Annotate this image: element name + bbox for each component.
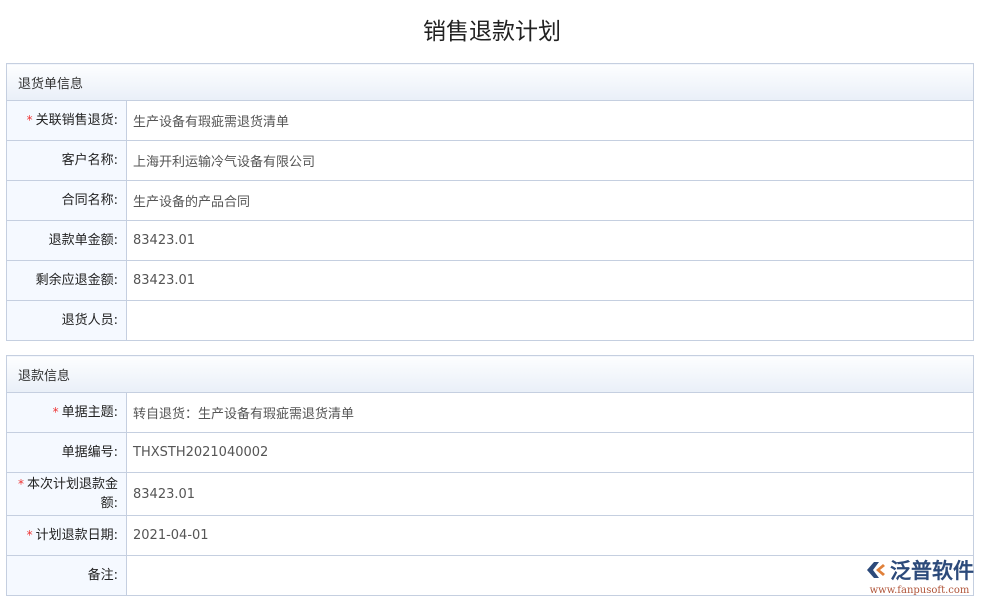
page-title: 销售退款计划 — [0, 12, 984, 46]
contract-name-field: 生产设备的产品合同 — [127, 181, 974, 221]
section-header: 退款信息 — [7, 356, 974, 393]
planned-refund-amount-field[interactable]: 83423.01 — [127, 473, 974, 516]
field-label: 单据主题: — [62, 405, 118, 420]
field-label: 关联销售退货: — [36, 113, 118, 128]
refund-info-table: 退款信息 *单据主题:转自退货：生产设备有瑕疵需退货清单 单据编号:THXSTH… — [6, 355, 974, 596]
related-sales-return-field[interactable]: 生产设备有瑕疵需退货清单 — [127, 101, 974, 141]
return-staff-field[interactable] — [127, 301, 974, 341]
watermark-url: www.fanpusoft.com — [865, 585, 974, 596]
form-row: 剩余应退金额:83423.01 — [7, 261, 974, 301]
form-row: 备注: — [7, 556, 974, 596]
remaining-refund-field: 83423.01 — [127, 261, 974, 301]
field-label: 本次计划退款金额: — [27, 477, 118, 511]
document-number-field[interactable]: THXSTH2021040002 — [127, 433, 974, 473]
form-row: *计划退款日期: 2021-04-01 — [7, 516, 974, 556]
form-row: 退款单金额:83423.01 — [7, 221, 974, 261]
field-label: 单据编号: — [7, 433, 127, 473]
form-row: 单据编号:THXSTH2021040002 — [7, 433, 974, 473]
watermark-name: 泛普软件 — [890, 555, 974, 585]
form-row: 客户名称:上海开利运输冷气设备有限公司 — [7, 141, 974, 181]
field-label: 计划退款日期: — [36, 528, 118, 543]
fanpu-logo-icon — [865, 560, 887, 580]
field-label: 备注: — [7, 556, 127, 596]
subject-field[interactable]: 转自退货：生产设备有瑕疵需退货清单 — [127, 393, 974, 433]
required-mark: * — [53, 405, 59, 419]
refund-amount-field: 83423.01 — [127, 221, 974, 261]
fanpu-watermark-logo: 泛普软件 www.fanpusoft.com — [865, 555, 974, 596]
form-row: *关联销售退货: 生产设备有瑕疵需退货清单 — [7, 101, 974, 141]
required-mark: * — [27, 113, 33, 127]
field-label: 合同名称: — [7, 181, 127, 221]
field-label: 客户名称: — [7, 141, 127, 181]
return-order-info-table: 退货单信息 *关联销售退货: 生产设备有瑕疵需退货清单 客户名称:上海开利运输冷气… — [6, 63, 974, 341]
customer-name-field: 上海开利运输冷气设备有限公司 — [127, 141, 974, 181]
form-row: *单据主题: 转自退货：生产设备有瑕疵需退货清单 — [7, 393, 974, 433]
form-row: 合同名称:生产设备的产品合同 — [7, 181, 974, 221]
field-label: 退货人员: — [7, 301, 127, 341]
planned-refund-date-field[interactable]: 2021-04-01 — [127, 516, 974, 556]
form-row: 退货人员: — [7, 301, 974, 341]
section-header: 退货单信息 — [7, 64, 974, 101]
field-label: 退款单金额: — [7, 221, 127, 261]
field-label: 剩余应退金额: — [7, 261, 127, 301]
form-row: *本次计划退款金额: 83423.01 — [7, 473, 974, 516]
remarks-field[interactable] — [127, 556, 974, 596]
required-mark: * — [27, 528, 33, 542]
required-mark: * — [18, 477, 24, 491]
